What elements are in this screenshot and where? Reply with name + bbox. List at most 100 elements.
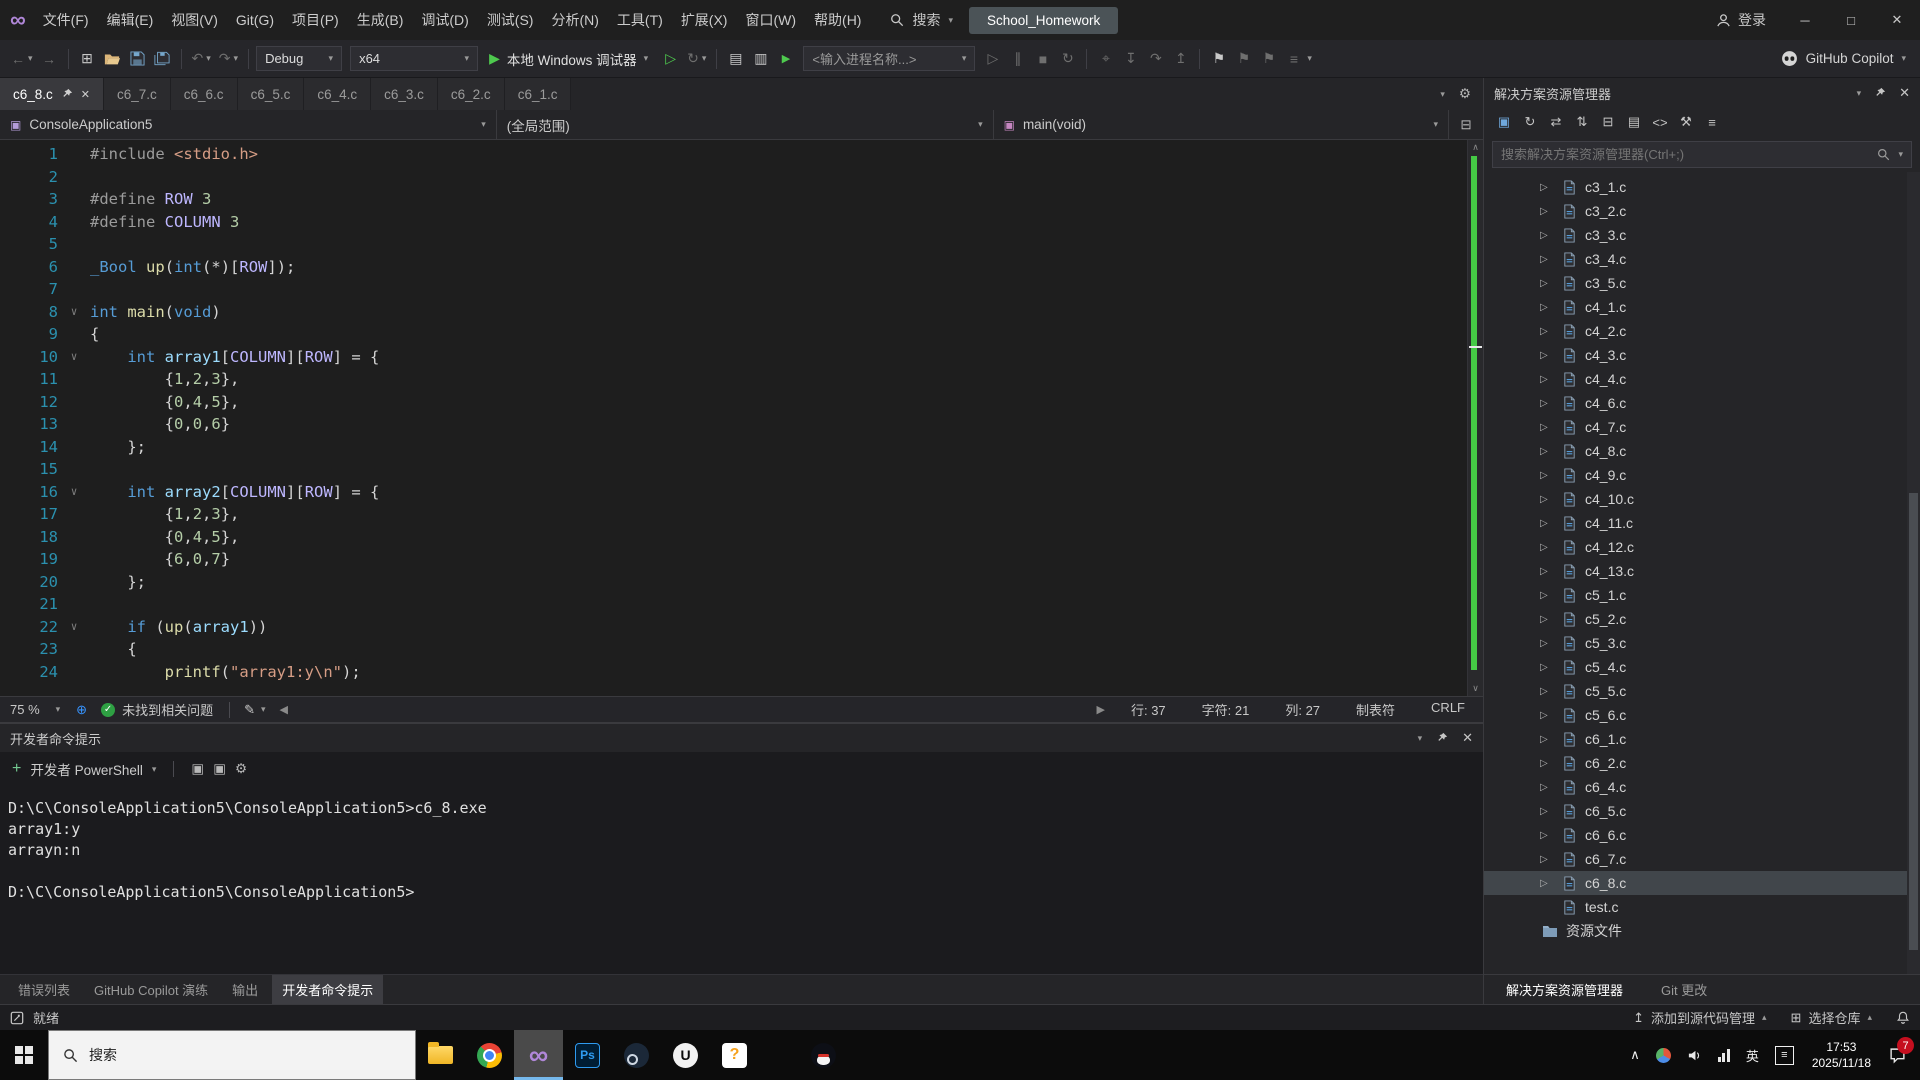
terminal-panel-header[interactable]: 开发者命令提示 ▾ ✕ <box>0 724 1483 752</box>
tree-item-c4_2.c[interactable]: ▷ c4_2.c <box>1484 319 1920 343</box>
start-debugging-button[interactable]: ▶ 本地 Windows 调试器 ▾ <box>480 46 657 72</box>
tree-item-c6_6.c[interactable]: ▷ c6_6.c <box>1484 823 1920 847</box>
scroll-right-icon[interactable]: ▶ <box>1097 703 1105 716</box>
action-center-button[interactable]: 7 <box>1881 1030 1920 1080</box>
chevron-right-icon[interactable]: ▷ <box>1540 494 1562 505</box>
code-line-16[interactable]: 16 ∨ int array2[COLUMN][ROW] = { <box>0 481 1467 504</box>
menu-item-3[interactable]: Git(G) <box>227 0 283 40</box>
code-line-8[interactable]: 8 ∨ int main(void) <box>0 301 1467 324</box>
code-line-24[interactable]: 24 printf("array1:y\n"); <box>0 661 1467 684</box>
title-search-button[interactable]: 搜索 ▾ <box>890 10 953 30</box>
chevron-right-icon[interactable]: ▷ <box>1540 638 1562 649</box>
chevron-right-icon[interactable]: ▷ <box>1540 518 1562 529</box>
break-all-icon[interactable]: ∥ <box>1006 46 1029 72</box>
code-line-10[interactable]: 10 ∨ int array1[COLUMN][ROW] = { <box>0 346 1467 369</box>
tree-item-c4_7.c[interactable]: ▷ c4_7.c <box>1484 415 1920 439</box>
chevron-right-icon[interactable]: ▷ <box>1540 398 1562 409</box>
minimize-button[interactable]: ─ <box>1782 0 1828 40</box>
tree-item-c4_3.c[interactable]: ▷ c4_3.c <box>1484 343 1920 367</box>
eol-indicator[interactable]: CRLF <box>1431 700 1465 719</box>
tree-item-c6_4.c[interactable]: ▷ c6_4.c <box>1484 775 1920 799</box>
code-line-20[interactable]: 20 }; <box>0 571 1467 594</box>
bookmark-list-icon[interactable]: ≡ <box>1282 46 1305 72</box>
tree-item-c3_5.c[interactable]: ▷ c3_5.c <box>1484 271 1920 295</box>
show-next-statement-icon[interactable]: ⌖ <box>1094 46 1117 72</box>
project-dropdown[interactable]: ▣ ConsoleApplication5 ▾ <box>0 110 497 139</box>
profiler-icon[interactable]: ▤ <box>724 46 747 72</box>
menu-item-8[interactable]: 分析(N) <box>542 0 607 40</box>
taskbar-search-box[interactable]: 搜索 <box>48 1030 416 1080</box>
step-out-icon[interactable]: ↥ <box>1169 46 1192 72</box>
panel-tab-2[interactable]: 输出 <box>222 975 268 1004</box>
code-line-18[interactable]: 18 {0,4,5}, <box>0 526 1467 549</box>
chevron-right-icon[interactable]: ▷ <box>1540 830 1562 841</box>
code-line-5[interactable]: 5 <box>0 233 1467 256</box>
scroll-down-icon[interactable]: ∨ <box>1468 683 1483 694</box>
maximize-button[interactable]: □ <box>1828 0 1874 40</box>
chevron-right-icon[interactable]: ▷ <box>1540 446 1562 457</box>
configuration-dropdown[interactable]: Debug ▾ <box>256 46 343 71</box>
switch-views-icon[interactable]: ▣ <box>1492 111 1516 133</box>
chevron-right-icon[interactable]: ▷ <box>1540 230 1562 241</box>
line-indicator[interactable]: 行: 37 <box>1131 700 1166 719</box>
hot-reload-icon[interactable]: ↻ ▾ <box>684 46 709 72</box>
code-line-21[interactable]: 21 <box>0 593 1467 616</box>
menu-item-10[interactable]: 扩展(X) <box>672 0 737 40</box>
panel-tab-3[interactable]: 开发者命令提示 <box>272 975 384 1004</box>
tree-item-c6_2.c[interactable]: ▷ c6_2.c <box>1484 751 1920 775</box>
close-icon[interactable]: ✕ <box>81 88 90 101</box>
chevron-right-icon[interactable]: ▷ <box>1540 710 1562 721</box>
code-line-7[interactable]: 7 <box>0 278 1467 301</box>
tree-item-c3_1.c[interactable]: ▷ c3_1.c <box>1484 175 1920 199</box>
chevron-right-icon[interactable]: ▷ <box>1540 566 1562 577</box>
tree-item-资源文件[interactable]: 资源文件 <box>1484 919 1920 943</box>
tree-item-c3_2.c[interactable]: ▷ c3_2.c <box>1484 199 1920 223</box>
volume-icon[interactable] <box>1679 1030 1710 1080</box>
editor-tab-c6_8.c[interactable]: c6_8.c ✕ <box>0 78 104 110</box>
tree-item-c5_6.c[interactable]: ▷ c5_6.c <box>1484 703 1920 727</box>
chevron-right-icon[interactable]: ▷ <box>1540 326 1562 337</box>
tree-item-c4_8.c[interactable]: ▷ c4_8.c <box>1484 439 1920 463</box>
fold-icon[interactable]: ∨ <box>58 481 90 504</box>
previous-bookmark-icon[interactable]: ⚑ <box>1232 46 1255 72</box>
tree-item-c4_6.c[interactable]: ▷ c4_6.c <box>1484 391 1920 415</box>
menu-item-11[interactable]: 窗口(W) <box>736 0 805 40</box>
qq-icon[interactable] <box>799 1030 848 1080</box>
bell-icon[interactable] <box>1896 1011 1910 1025</box>
next-bookmark-icon[interactable]: ⚑ <box>1257 46 1280 72</box>
panel-pin-icon[interactable] <box>1436 732 1448 744</box>
chevron-right-icon[interactable]: ▷ <box>1540 686 1562 697</box>
chrome-icon[interactable] <box>465 1030 514 1080</box>
view-code-icon[interactable]: <> <box>1648 111 1672 133</box>
solution-explorer-header[interactable]: 解决方案资源管理器 ▾ ✕ <box>1484 78 1920 108</box>
solution-name-badge[interactable]: School_Homework <box>969 6 1119 34</box>
editor-tab-c6_1.c[interactable]: c6_1.c <box>504 78 572 110</box>
terminal-text[interactable]: D:\C\ConsoleApplication5\ConsoleApplicat… <box>0 786 1483 974</box>
chevron-right-icon[interactable]: ▷ <box>1540 374 1562 385</box>
editor-tab-c6_6.c[interactable]: c6_6.c <box>170 78 238 110</box>
panel-tab-1[interactable]: GitHub Copilot 演练 <box>84 975 218 1004</box>
scrollbar-thumb[interactable] <box>1909 492 1918 950</box>
step-into-icon[interactable]: ↧ <box>1119 46 1142 72</box>
chevron-right-icon[interactable]: ▷ <box>1540 806 1562 817</box>
editor-tab-c6_4.c[interactable]: c6_4.c <box>304 78 372 110</box>
tabs-indicator[interactable]: 制表符 <box>1356 700 1395 719</box>
start-without-debugging-icon[interactable]: ▷ <box>659 46 682 72</box>
feedback-icon[interactable]: ⊕ <box>70 702 93 718</box>
code-line-22[interactable]: 22 ∨ if (up(array1)) <box>0 616 1467 639</box>
ime-icon[interactable]: ≡ <box>1767 1030 1802 1080</box>
file-explorer-icon[interactable] <box>416 1030 465 1080</box>
chevron-right-icon[interactable]: ▷ <box>1540 542 1562 553</box>
code-line-6[interactable]: 6 _Bool up(int(*)[ROW]); <box>0 256 1467 279</box>
fold-icon[interactable]: ∨ <box>58 301 90 324</box>
redo-icon[interactable]: ↷ ▾ <box>216 46 241 72</box>
chevron-right-icon[interactable]: ▷ <box>1540 278 1562 289</box>
zoom-dropdown[interactable]: 75 % ▾ <box>0 702 70 717</box>
visual-studio-taskbar-icon[interactable]: ∞ <box>514 1030 563 1080</box>
tray-chevron-up-icon[interactable]: ∧ <box>1622 1030 1648 1080</box>
copy-icon[interactable]: ▣ <box>191 761 204 777</box>
scroll-left-icon[interactable]: ◀ <box>280 703 288 716</box>
panel-tab-0[interactable]: 错误列表 <box>8 975 80 1004</box>
chevron-right-icon[interactable]: ▷ <box>1540 758 1562 769</box>
window-settings-icon[interactable]: ⚙ <box>1459 86 1471 102</box>
